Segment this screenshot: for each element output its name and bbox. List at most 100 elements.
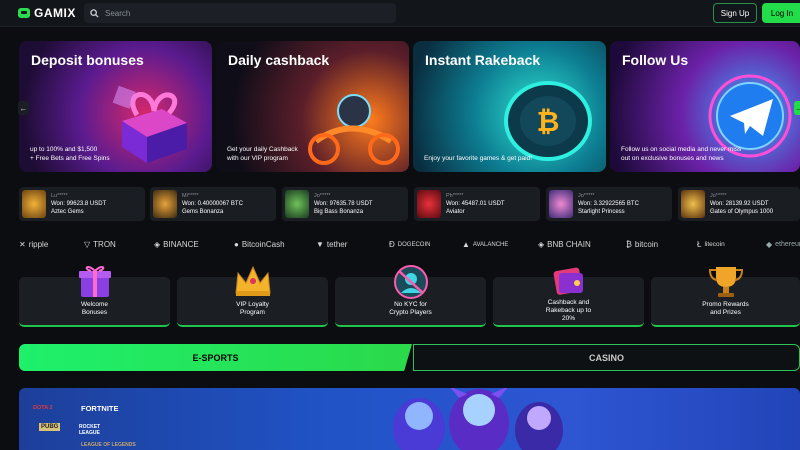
tab-casino[interactable]: CASINO [413,344,800,371]
litecoin-icon: Ł [697,240,702,249]
rocket-league-logo: ROCKET LEAGUE [79,424,101,436]
search-box[interactable] [84,3,396,23]
pubg-logo: PUBG [39,423,61,431]
gamix-logo[interactable]: GAMIX [18,6,76,20]
crypto-tron: ▽ TRON [84,240,116,249]
win-username: Mi***** [182,193,199,199]
login-button[interactable]: Log In [762,3,800,23]
promo-subtitle: Enjoy your favorite games & get paid! [424,155,533,162]
recent-win-item[interactable]: Jo***** Won: 97635.78 USDT Big Bass Bona… [282,187,408,221]
recent-win-item[interactable]: Jo***** Won: 28139.92 USDT Gates of Olym… [678,187,800,221]
promo-title: Daily cashback [228,52,330,68]
gift-icon [78,265,111,297]
gift-box-icon [112,85,187,163]
recent-win-item[interactable]: Jo***** Won: 3.32922565 BTC Starlight Pr… [546,187,672,221]
crypto-label: tether [326,240,348,249]
win-amount: Won: 28139.92 USDT [710,201,769,207]
promo-daily-cashback[interactable]: Daily cashback Get your daily Cashback w… [216,41,409,172]
carousel-prev-button[interactable]: ← [18,101,29,115]
game-thumbnail [285,190,309,218]
game-thumbnail [549,190,573,218]
fortnite-logo: FORTNITE [81,404,119,413]
binance-icon: ◈ [154,240,161,249]
promo-subtitle: up to 100% and $1,500 + Free Bets and Fr… [30,146,110,162]
crypto-label: BNB CHAIN [547,240,591,249]
win-amount: Won: 99623.8 USDT [51,201,107,207]
feature-welcome-bonuses[interactable]: Welcome Bonuses [19,265,170,327]
crypto-ripple: ✕ ripple [19,240,48,249]
win-amount: Won: 0.40000067 BTC [182,201,243,207]
feature-no-kyc[interactable]: No KYC for Crypto Players [335,265,486,327]
promo-subtitle: Get your daily Cashback with our VIP pro… [227,146,298,162]
trophy-icon [708,267,743,297]
dogecoin-icon: Ð [389,240,395,249]
game-thumbnail [22,190,46,218]
bitcoin-icon: ₿ [626,240,632,249]
feature-promo-rewards[interactable]: Promo Rewards and Prizes [651,267,800,327]
feature-label: Cashback and Rakeback up to 20% [545,299,592,322]
feature-vip-loyalty[interactable]: VIP Loyalty Program [177,265,328,327]
feature-label: Promo Rewards and Prizes [702,301,749,316]
tether-icon: ▼ [316,240,324,249]
crypto-label: DOGECOIN [397,241,431,248]
crypto-ethereum: ◆ethereum [766,240,800,249]
league-of-legends-logo: LEAGUE OF LEGENDS [81,442,136,448]
recent-win-item[interactable]: Lu***** Won: 99623.8 USDT Aztec Gems [19,187,145,221]
win-amount: Won: 45487.01 USDT [446,201,505,207]
carousel-next-button[interactable]: → [794,101,800,115]
tab-esports[interactable]: E-SPORTS [19,344,412,371]
crypto-tether: ▼ tether [316,240,347,249]
crypto-label: ethereum [775,241,800,248]
promo-title: Deposit bonuses [31,52,144,68]
crypto-label: AVALANCHE [472,241,509,248]
esports-characters-art [393,388,563,450]
avalanche-icon: ▲ [462,240,470,249]
wallet-icon [553,267,583,295]
crypto-bitcoincash: ● BitcoinCash [234,240,285,249]
crypto-avalanche: ▲ AVALANCHE [462,240,508,249]
feature-cashback-rakeback[interactable]: Cashback and Rakeback up to 20% [493,267,644,327]
feature-label: VIP Loyalty Program [236,301,269,316]
no-kyc-shield-icon [393,265,428,299]
promo-follow-us[interactable]: Follow Us Follow us on social media and … [610,41,800,172]
esports-banner[interactable]: DOTA 2 FORTNITE PUBG ROCKET LEAGUE LEAGU… [19,388,800,450]
win-username: Jo***** [710,193,727,199]
recent-win-item[interactable]: Mi***** Won: 0.40000067 BTC Gems Bonanza [150,187,276,221]
bitcoincash-icon: ● [234,240,239,249]
crown-icon [234,265,271,296]
crypto-bnbchain: ◈ BNB CHAIN [538,240,591,249]
win-username: Jo***** [578,193,595,199]
crypto-dogecoin: Ð DOGECOIN [389,240,430,249]
crypto-bitcoin: ₿ bitcoin [626,240,658,249]
promo-title: Instant Rakeback [425,52,541,68]
crypto-binance: ◈ BINANCE [154,240,199,249]
top-header: GAMIX Sign Up Log In [0,0,800,27]
search-input[interactable] [105,8,385,18]
game-thumbnail [417,190,441,218]
win-game: Gates of Olympus 1000 [710,209,774,215]
bnb-icon: ◈ [538,240,545,249]
gamepad-icon [18,8,30,18]
crypto-label: ripple [28,240,49,249]
svg-text:₿: ₿ [537,105,560,138]
signup-button[interactable]: Sign Up [713,3,757,23]
win-username: Ph***** [446,193,464,199]
win-game: Gems Bonanza [182,209,224,215]
motorcycle-rider-icon [308,94,400,165]
promo-instant-rakeback[interactable]: ₿ Instant Rakeback Enjoy your favorite g… [413,41,606,172]
win-game: Aztec Gems [51,209,84,215]
win-game: Big Bass Bonanza [314,209,364,215]
crypto-label: BINANCE [163,240,199,249]
crypto-label: bitcoin [634,240,659,249]
promo-subtitle: Follow us on social media and never miss… [621,146,742,162]
win-game: Aviator [446,209,465,215]
feature-label: No KYC for Crypto Players [389,301,432,316]
dota2-logo: DOTA 2 [33,405,53,411]
promo-deposit-bonuses[interactable]: Deposit bonuses up to 100% and $1,500 + … [19,41,212,172]
crypto-label: BitcoinCash [241,240,285,249]
ethereum-icon: ◆ [766,240,773,249]
feature-label: Welcome Bonuses [81,301,108,316]
win-amount: Won: 3.32922565 BTC [578,201,639,207]
crypto-label: TRON [93,240,116,249]
recent-win-item[interactable]: Ph***** Won: 45487.01 USDT Aviator [414,187,540,221]
